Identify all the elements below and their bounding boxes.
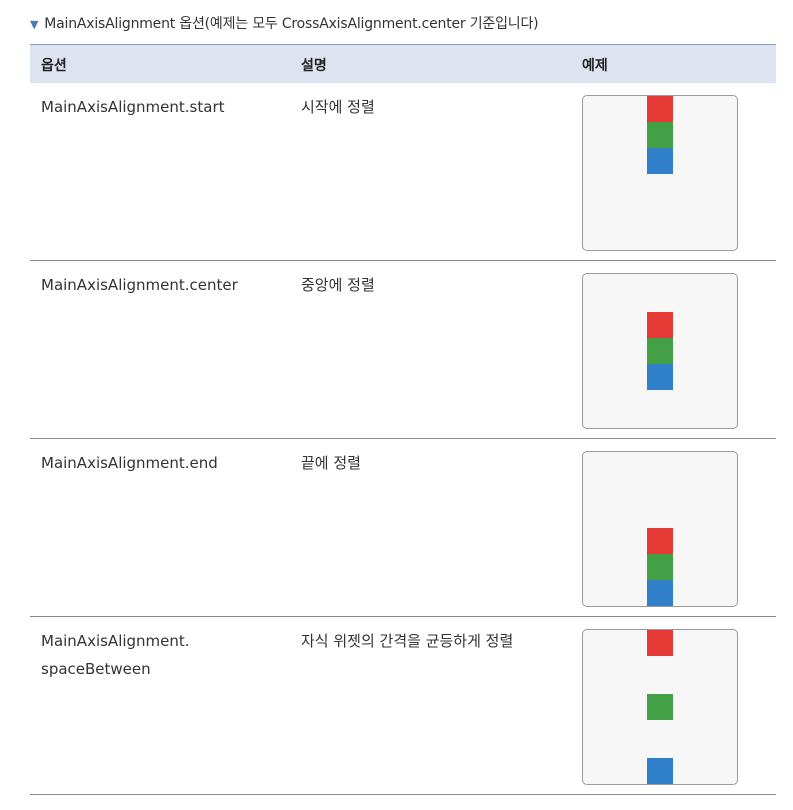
description-cell: 중앙에 정렬 bbox=[301, 276, 375, 294]
blue-box bbox=[647, 148, 673, 174]
option-cell: MainAxisAlignment. spaceBetween bbox=[41, 632, 190, 678]
example-preview bbox=[582, 629, 738, 785]
table-header: 옵션 설명 예제 bbox=[30, 44, 776, 83]
header-option: 옵션 bbox=[41, 58, 67, 74]
caption-text: MainAxisAlignment 옵션(예제는 모두 CrossAxisAli… bbox=[44, 16, 539, 32]
red-box bbox=[647, 630, 673, 656]
green-box bbox=[647, 122, 673, 148]
green-box bbox=[647, 554, 673, 580]
green-box bbox=[647, 694, 673, 720]
table-row: MainAxisAlignment.start 시작에 정렬 bbox=[30, 83, 776, 261]
header-example: 예제 bbox=[582, 58, 608, 74]
option-cell: MainAxisAlignment.center bbox=[41, 276, 238, 294]
options-table: 옵션 설명 예제 MainAxisAlignment.start 시작에 정렬 … bbox=[30, 44, 776, 795]
blue-box bbox=[647, 758, 673, 784]
option-cell: MainAxisAlignment.end bbox=[41, 454, 218, 472]
table-row: MainAxisAlignment.center 중앙에 정렬 bbox=[30, 261, 776, 439]
red-box bbox=[647, 96, 673, 122]
blue-box bbox=[647, 364, 673, 390]
description-cell: 끝에 정렬 bbox=[301, 454, 361, 472]
example-preview bbox=[582, 451, 738, 607]
example-preview bbox=[582, 95, 738, 251]
red-box bbox=[647, 528, 673, 554]
table-row: MainAxisAlignment. spaceBetween 자식 위젯의 간… bbox=[30, 617, 776, 795]
option-cell: MainAxisAlignment.start bbox=[41, 98, 225, 116]
red-box bbox=[647, 312, 673, 338]
header-description: 설명 bbox=[301, 58, 327, 74]
example-preview bbox=[582, 273, 738, 429]
table-row: MainAxisAlignment.end 끝에 정렬 bbox=[30, 439, 776, 617]
blue-box bbox=[647, 580, 673, 606]
figure-caption: ▼ MainAxisAlignment 옵션(예제는 모두 CrossAxisAl… bbox=[30, 13, 539, 33]
description-cell: 시작에 정렬 bbox=[301, 98, 375, 116]
triangle-marker-icon: ▼ bbox=[30, 18, 39, 31]
green-box bbox=[647, 338, 673, 364]
description-cell: 자식 위젯의 간격을 균등하게 정렬 bbox=[301, 632, 514, 650]
